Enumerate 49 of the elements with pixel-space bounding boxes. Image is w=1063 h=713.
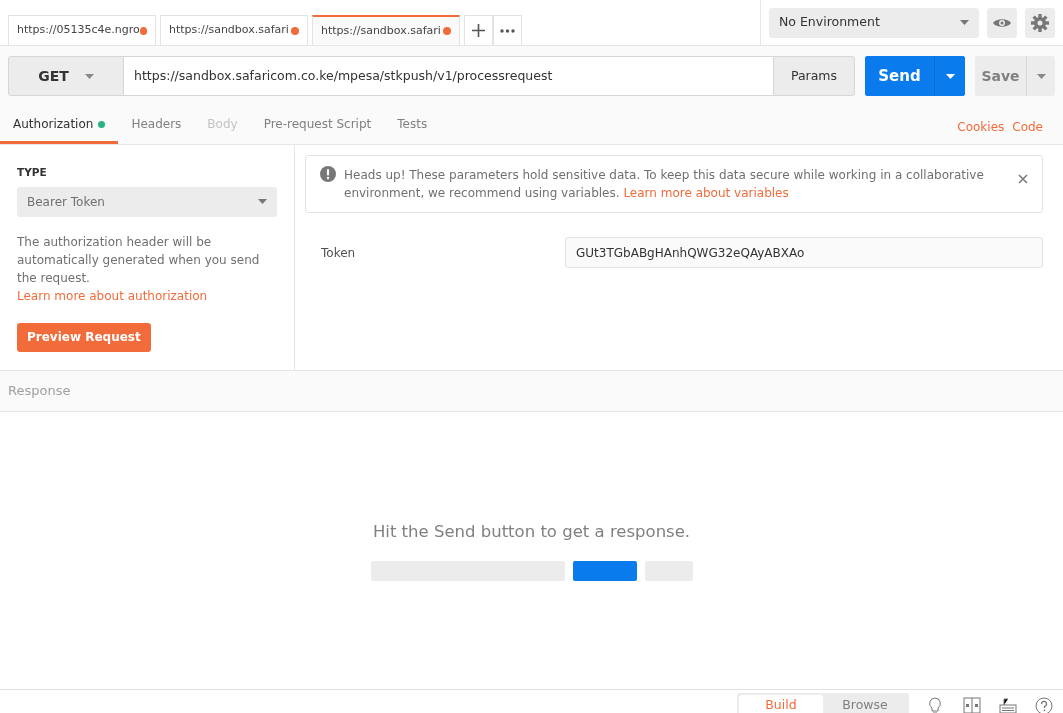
new-tab-button[interactable] (464, 15, 493, 45)
request-section-tab[interactable]: Authorization (0, 106, 119, 144)
warning-icon (320, 166, 336, 182)
preview-request-button[interactable]: Preview Request (17, 322, 151, 352)
unsaved-dot (291, 26, 299, 35)
params-button[interactable]: Params (773, 56, 855, 96)
method-dropdown[interactable]: GET (8, 56, 124, 96)
environment-dropdown[interactable]: No Environment (769, 7, 979, 38)
header-link[interactable]: Code (1012, 118, 1043, 136)
caret-icon (1036, 73, 1046, 79)
plus-icon (472, 24, 485, 37)
environment-quick-look-button[interactable] (987, 7, 1017, 38)
request-section-tab[interactable]: Tests (384, 106, 441, 144)
learn-more-link[interactable]: Learn more about authorization (17, 288, 208, 303)
request-tab[interactable]: https://05135c4e.ngro (8, 15, 156, 45)
unsaved-dot (443, 27, 451, 35)
help-icon (1035, 696, 1053, 713)
auth-type-dropdown[interactable]: Bearer Token (17, 186, 277, 217)
field-label: Token (321, 244, 356, 262)
settings-button[interactable] (1025, 7, 1055, 38)
unsaved-dot (139, 26, 147, 35)
placeholder-bar (572, 560, 637, 581)
close-icon (1018, 173, 1028, 184)
caret-icon (960, 20, 969, 25)
caret-icon (945, 73, 955, 79)
keyboard-icon (999, 696, 1017, 713)
learn-more-link[interactable]: Learn more about variables (623, 186, 789, 200)
eye-icon (992, 16, 1012, 29)
token-field[interactable]: GUt3TGbABgHAnhQWG32eQAyABXAo (565, 237, 1043, 268)
send-button[interactable]: Send (865, 56, 935, 96)
alert-text: Heads up! These parameters hold sensitive data. To keep this data secure while working in a collaborative environment, we recommend using variables. Learn more about variables (344, 167, 985, 202)
two-pane-icon (963, 696, 981, 713)
request-tab[interactable]: https://sandbox.safari (160, 15, 308, 45)
request-section-tab[interactable]: Pre-request Script (250, 106, 385, 144)
mode-toggle[interactable]: Build (739, 694, 823, 713)
field-label: TYPE (17, 165, 48, 180)
caret-icon (258, 199, 267, 205)
url-field[interactable]: https://sandbox.safaricom.co.ke/mpesa/stkpush/v1/processrequest (124, 56, 773, 96)
more-icon (500, 28, 515, 33)
caret-icon (84, 73, 94, 79)
section-title: Response (8, 382, 71, 401)
header-link[interactable]: Cookies (957, 118, 1005, 136)
mode-toggle[interactable]: Browse (823, 694, 907, 713)
save-button[interactable]: Save (975, 56, 1027, 96)
request-tab[interactable]: https://sandbox.safari (312, 15, 460, 45)
empty-state-message: Hit the Send button to get a response. (372, 521, 691, 544)
request-section-tab[interactable]: Headers (118, 106, 195, 144)
auth-description: The authorization header will be automatically generated when you send the request. Learn more about authorization (17, 233, 261, 305)
settings-icon (1031, 13, 1049, 32)
